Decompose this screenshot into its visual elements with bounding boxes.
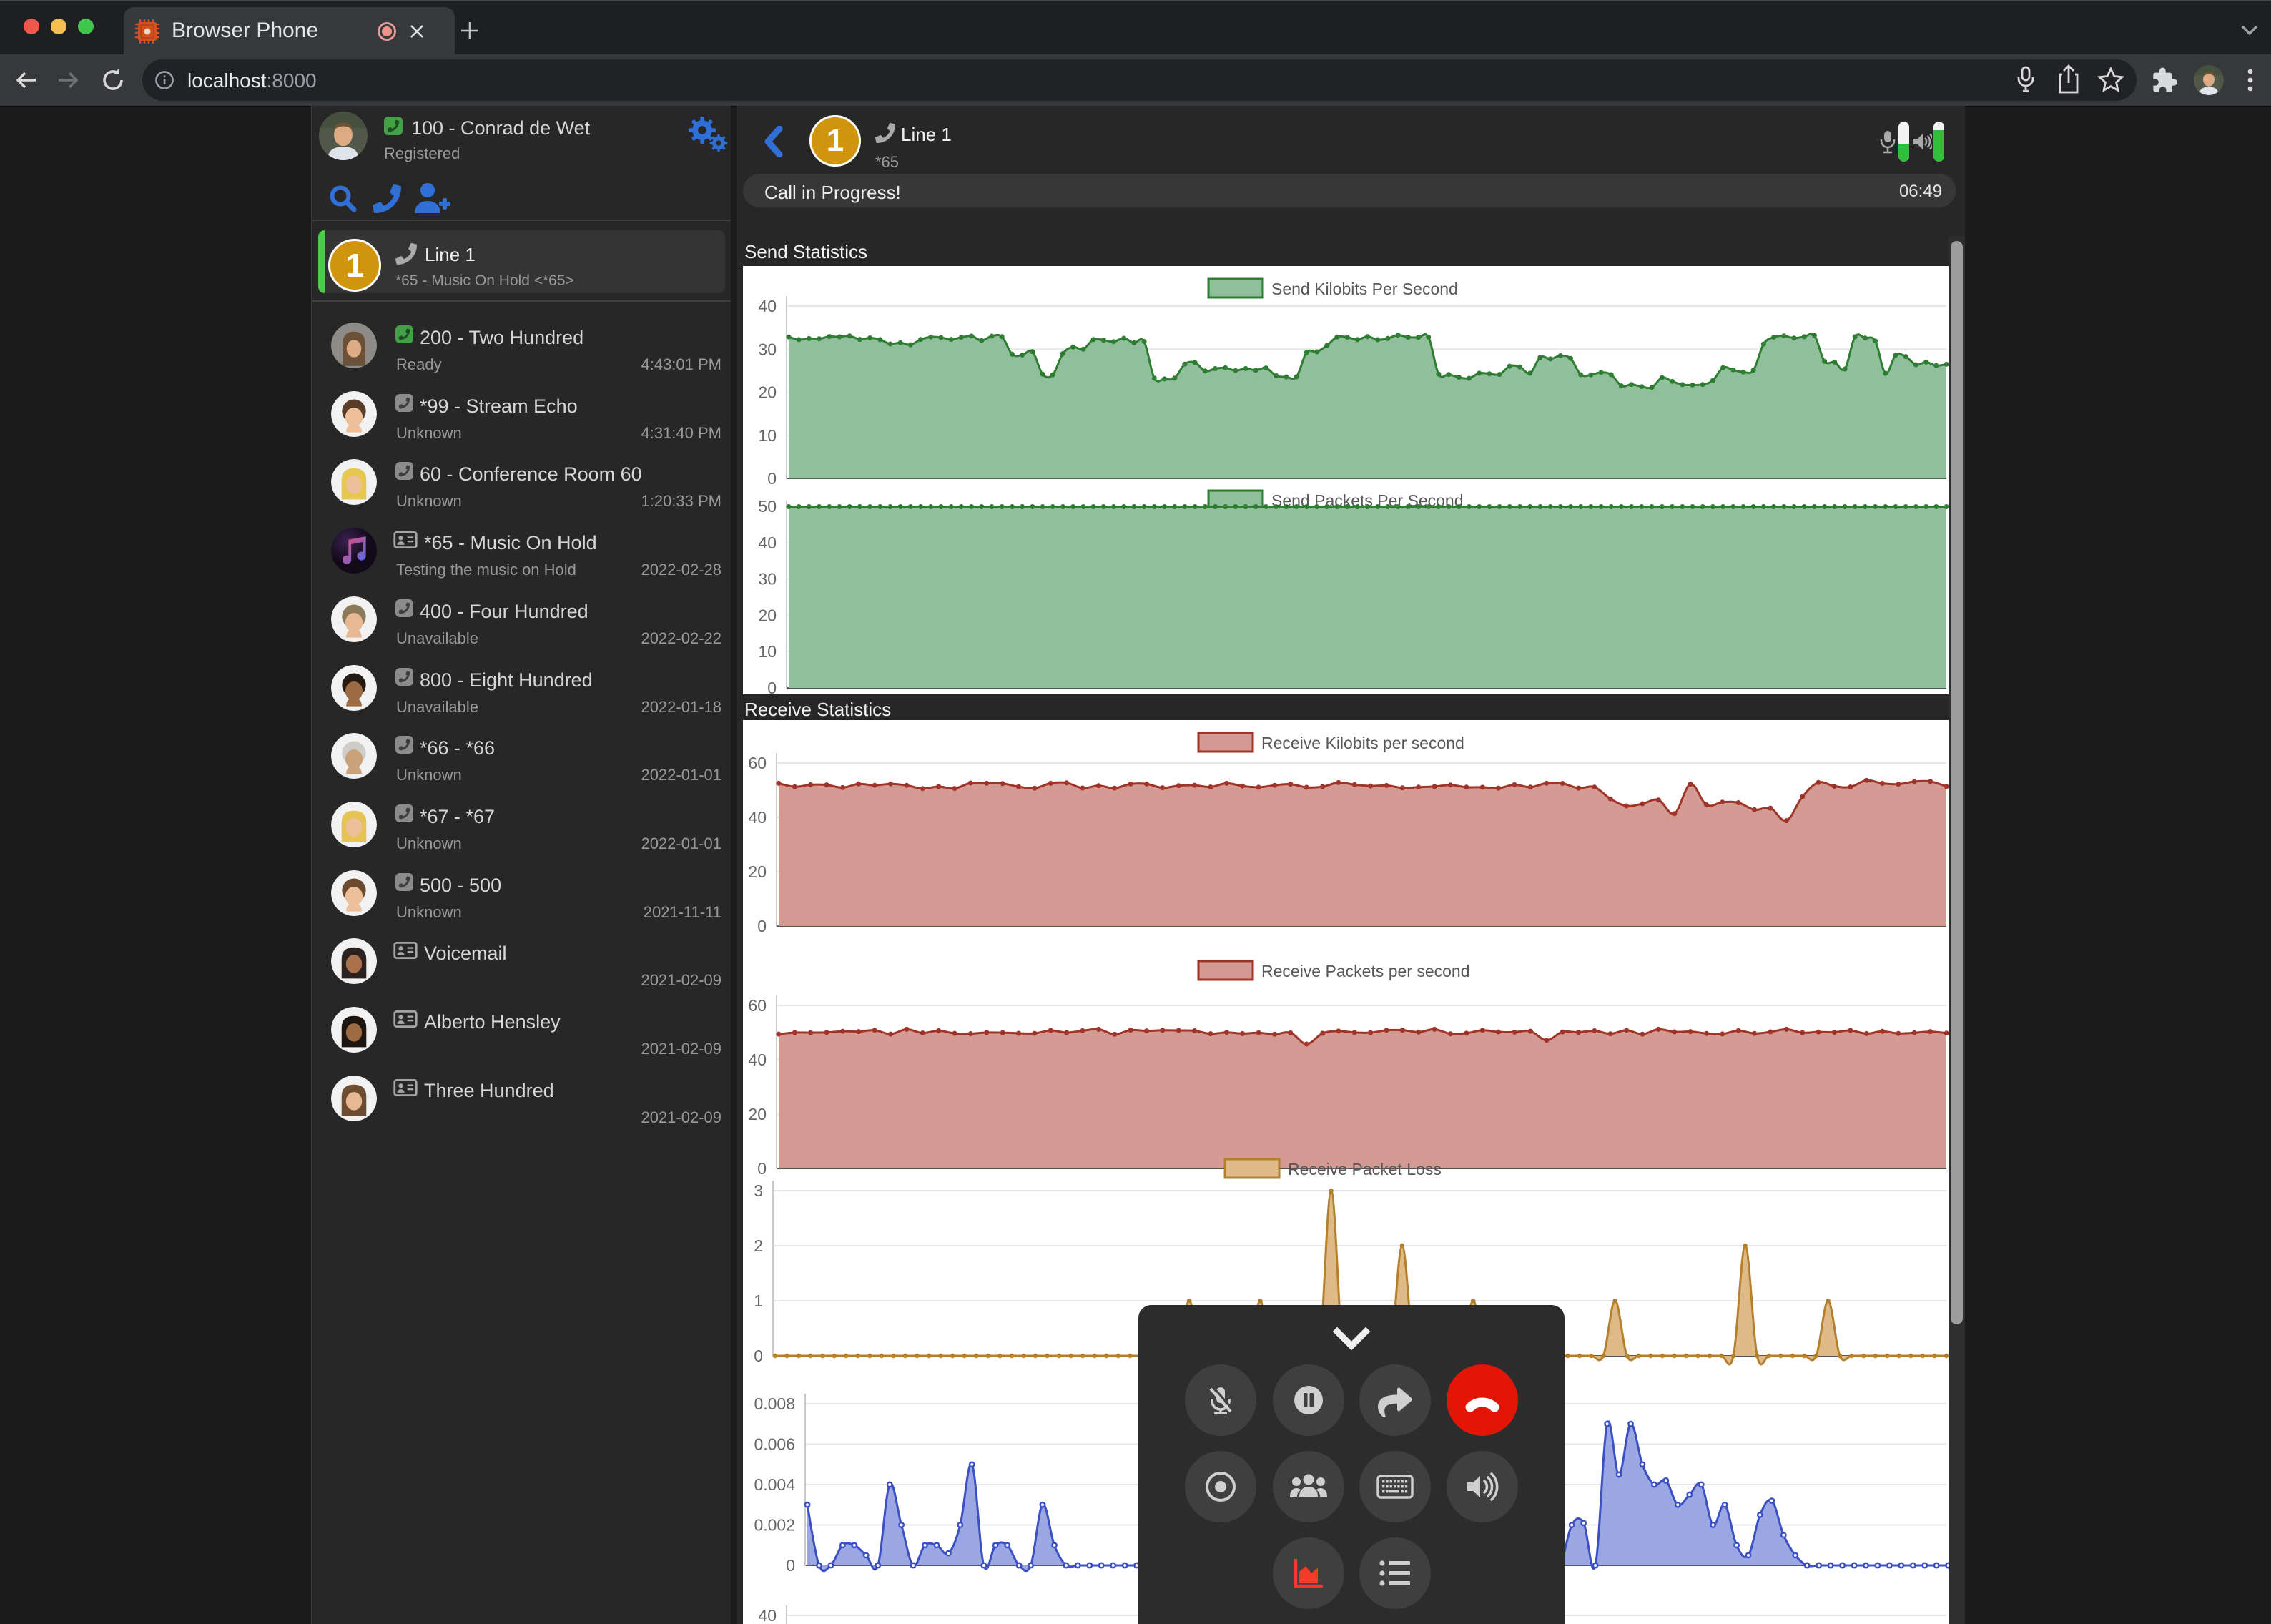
svg-text:30: 30 [758, 340, 777, 358]
svg-text:Send Kilobits Per Second: Send Kilobits Per Second [1271, 280, 1458, 298]
svg-text:0: 0 [767, 469, 777, 488]
svg-text:40: 40 [758, 297, 777, 315]
svg-text:20: 20 [758, 606, 777, 624]
svg-text:40: 40 [748, 808, 767, 827]
svg-text:20: 20 [758, 383, 777, 402]
svg-text:0.008: 0.008 [754, 1394, 795, 1413]
svg-text:3: 3 [754, 1181, 763, 1200]
svg-text:0: 0 [754, 1347, 763, 1365]
svg-text:1: 1 [754, 1291, 763, 1310]
svg-text:20: 20 [748, 862, 767, 881]
svg-text:40: 40 [758, 533, 777, 552]
svg-text:0.002: 0.002 [754, 1516, 795, 1535]
svg-text:20: 20 [748, 1105, 767, 1123]
svg-text:0: 0 [757, 1159, 767, 1178]
svg-text:Receive Packets per second: Receive Packets per second [1261, 962, 1470, 980]
svg-text:50: 50 [758, 497, 777, 516]
svg-text:60: 60 [748, 754, 767, 772]
svg-text:0: 0 [767, 679, 777, 694]
svg-text:40: 40 [758, 1606, 777, 1624]
svg-text:0: 0 [786, 1556, 795, 1575]
svg-text:10: 10 [758, 426, 777, 445]
svg-text:40: 40 [748, 1050, 767, 1069]
svg-text:2: 2 [754, 1236, 763, 1255]
svg-text:30: 30 [758, 570, 777, 589]
svg-text:0: 0 [757, 917, 767, 935]
svg-text:0.006: 0.006 [754, 1435, 795, 1454]
svg-text:60: 60 [748, 996, 767, 1015]
svg-text:10: 10 [758, 642, 777, 661]
svg-text:Receive Kilobits per second: Receive Kilobits per second [1261, 734, 1464, 752]
svg-text:0.004: 0.004 [754, 1475, 795, 1494]
svg-text:Receive Packet Loss: Receive Packet Loss [1288, 1160, 1442, 1178]
